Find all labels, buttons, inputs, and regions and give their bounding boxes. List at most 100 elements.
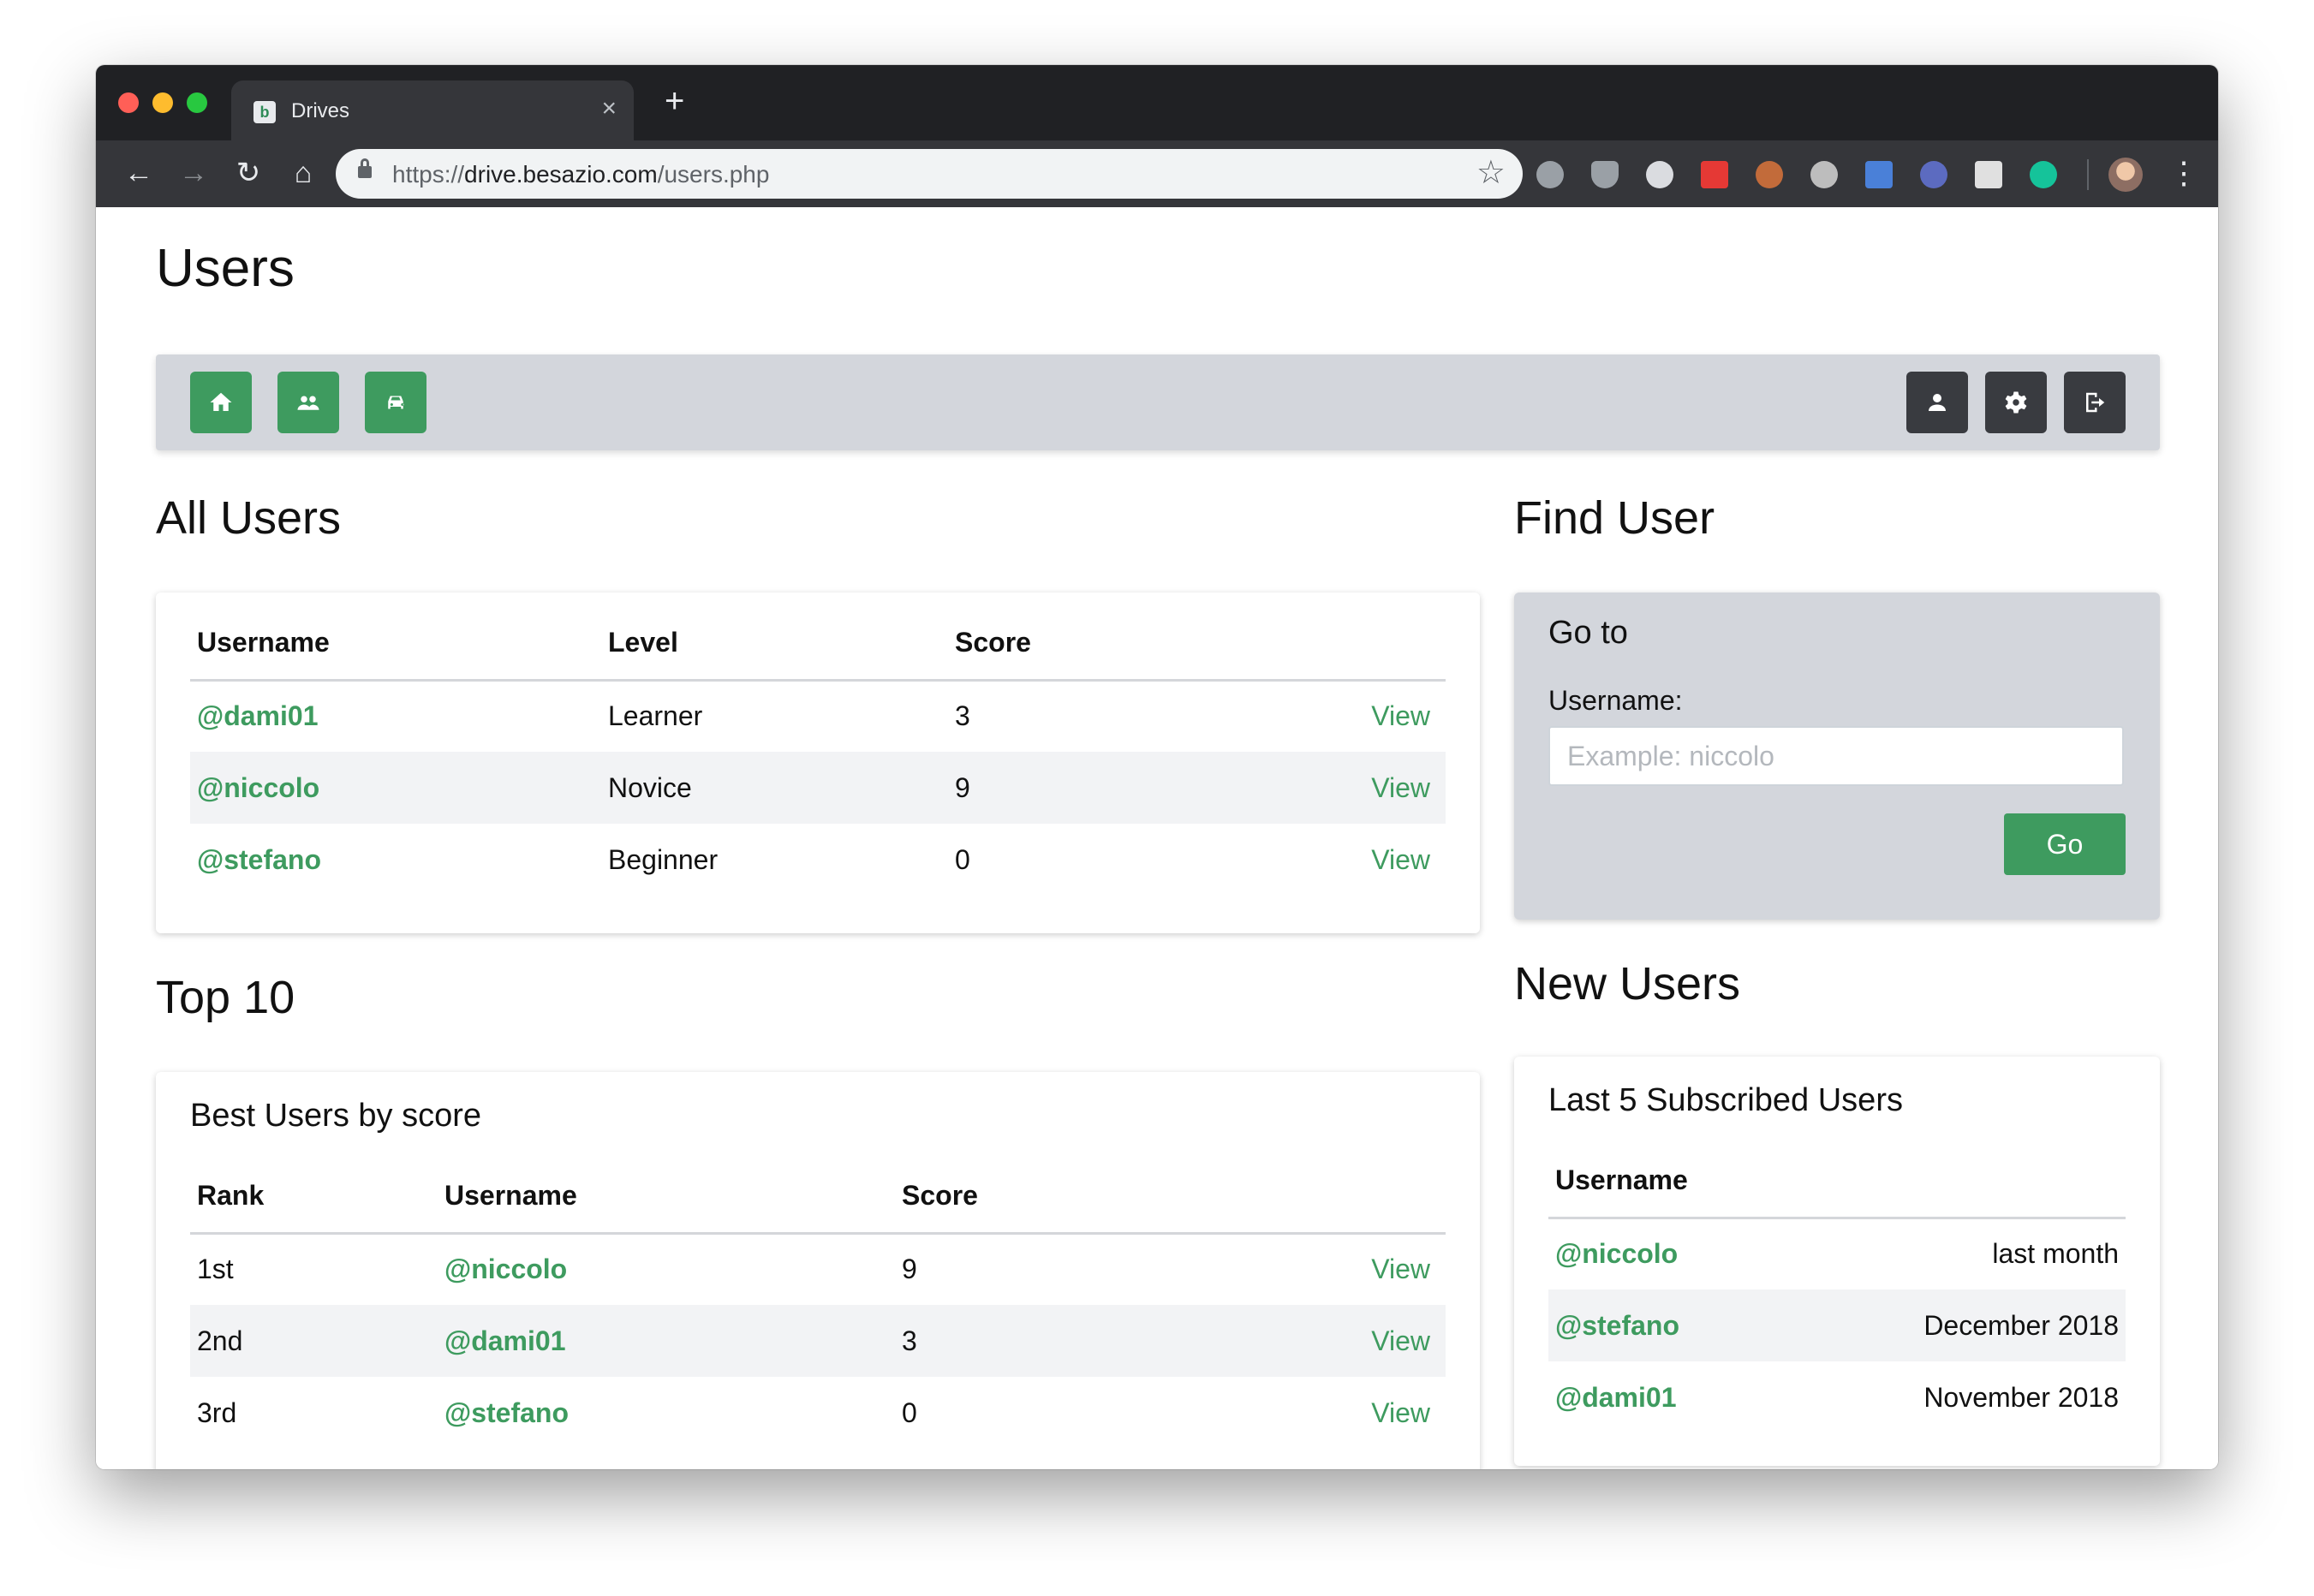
app-navbar (156, 354, 2160, 450)
face-icon[interactable] (1975, 161, 2002, 188)
new-users-card: Last 5 Subscribed Users Username @niccol… (1514, 1057, 2160, 1466)
new-users-title: New Users (1514, 958, 1741, 1009)
browser-menu-icon[interactable]: ⋮ (2168, 152, 2199, 194)
find-user-card: Go to Username: Go (1514, 593, 2160, 920)
table-row: 2nd @dami01 3 View (190, 1305, 1446, 1377)
quote-icon[interactable] (1701, 161, 1728, 188)
username-link[interactable]: @stefano (1548, 1289, 1837, 1361)
bookmark-star-icon[interactable]: ☆ (1476, 154, 1506, 192)
view-link[interactable]: View (1291, 680, 1446, 752)
top10-card: Best Users by score Rank Username Score … (156, 1072, 1480, 1469)
all-users-title: All Users (156, 492, 342, 544)
table-row: @stefano Beginner 0 View (190, 824, 1446, 896)
top10-table: Rank Username Score 1st @niccolo 9 View … (190, 1159, 1446, 1449)
username-link[interactable]: @niccolo (1548, 1218, 1837, 1289)
username-link[interactable]: @dami01 (438, 1305, 895, 1377)
home-button[interactable] (190, 372, 252, 433)
home-icon (210, 392, 232, 411)
table-row: 3rd @stefano 0 View (190, 1377, 1446, 1449)
lock-icon (358, 158, 372, 178)
username-link[interactable]: @niccolo (438, 1233, 895, 1305)
table-row: @dami01 Learner 3 View (190, 680, 1446, 752)
page-title: Users (156, 239, 295, 298)
table-row: @stefano December 2018 (1548, 1289, 2126, 1361)
grammarly-icon[interactable] (2030, 161, 2057, 188)
table-row: @dami01 November 2018 (1548, 1361, 2126, 1433)
view-link[interactable]: View (1291, 752, 1446, 824)
settings-icon (2005, 391, 2027, 414)
table-header-row: Username Level Score (190, 606, 1446, 682)
table-header-row: Username (1548, 1144, 2126, 1219)
profile-button[interactable] (1906, 372, 1968, 433)
tab-drives[interactable]: b Drives × (231, 80, 634, 140)
reload-icon[interactable]: ↻ (230, 154, 267, 192)
username-link[interactable]: @niccolo (190, 752, 601, 824)
level-cell: Beginner (608, 843, 719, 875)
address-bar[interactable]: https://drive.besazio.com/users.php ☆ (336, 149, 1523, 199)
view-link[interactable]: View (1289, 1233, 1446, 1305)
score-cell: 3 (895, 1305, 1289, 1377)
toolbar-divider (2087, 159, 2089, 190)
column-header: Score (895, 1159, 1289, 1235)
view-link[interactable]: View (1291, 824, 1446, 896)
column-header: Username (438, 1159, 895, 1235)
zoom-window-button[interactable] (187, 92, 207, 113)
browser-toolbar: ← → ↻ ⌂ https://drive.besazio.com/users.… (96, 140, 2218, 207)
drives-button[interactable] (365, 372, 426, 433)
minimize-window-button[interactable] (152, 92, 173, 113)
table-row: @niccolo Novice 9 View (190, 752, 1446, 824)
top10-card-title: Best Users by score (190, 1098, 481, 1134)
table-row: @niccolo last month (1548, 1218, 2126, 1289)
table-row: 1st @niccolo 9 View (190, 1233, 1446, 1305)
find-user-title: Find User (1514, 492, 1715, 544)
column-header (1291, 606, 1446, 682)
all-users-card: Username Level Score @dami01 Learner 3 V… (156, 593, 1480, 933)
all-users-table: Username Level Score @dami01 Learner 3 V… (190, 606, 1446, 896)
favicon-icon: b (253, 101, 276, 123)
username-link[interactable]: @dami01 (190, 680, 601, 752)
translate-icon[interactable] (1865, 161, 1893, 188)
view-link[interactable]: View (1289, 1305, 1446, 1377)
username-search-input[interactable] (1548, 726, 2124, 786)
users-icon (297, 396, 319, 410)
subscribed-date-cell: last month (1992, 1238, 2119, 1270)
settings-button[interactable] (1985, 372, 2047, 433)
home-browser-icon[interactable]: ⌂ (284, 154, 322, 192)
close-window-button[interactable] (118, 92, 139, 113)
balls-icon[interactable] (1810, 161, 1838, 188)
forward-icon[interactable]: → (175, 154, 212, 192)
level-cell: Novice (601, 752, 948, 824)
users-button[interactable] (277, 372, 339, 433)
username-link[interactable]: @dami01 (1548, 1361, 1837, 1433)
score-cell: 3 (955, 700, 970, 732)
tab-bar: b Drives × + (96, 65, 2218, 140)
go-button[interactable]: Go (2004, 813, 2126, 875)
score-cell: 9 (902, 1254, 917, 1285)
score-cell: 0 (955, 843, 970, 875)
new-users-table: Username @niccolo last month @stefano De… (1548, 1144, 2126, 1433)
level-cell: Learner (608, 700, 703, 732)
new-tab-icon[interactable]: + (665, 84, 684, 118)
shield-icon[interactable] (1591, 161, 1619, 188)
browser-window: b Drives × + ← → ↻ ⌂ https://drive.besaz… (96, 65, 2218, 1469)
adblock-icon[interactable] (1536, 161, 1564, 188)
brain-icon[interactable] (1920, 161, 1947, 188)
eyes-icon[interactable] (1756, 161, 1783, 188)
score-cell: 0 (902, 1396, 917, 1428)
logout-button[interactable] (2064, 372, 2126, 433)
profile-avatar[interactable] (2108, 158, 2143, 192)
column-header: Username (190, 606, 601, 682)
subscribed-date-cell: December 2018 (1837, 1289, 2126, 1361)
car-icon (388, 396, 404, 409)
column-header (1289, 1159, 1446, 1235)
rank-cell: 2nd (190, 1305, 438, 1377)
back-icon[interactable]: ← (120, 154, 158, 192)
view-link[interactable]: View (1289, 1377, 1446, 1449)
username-link[interactable]: @stefano (438, 1377, 895, 1449)
profile-icon (1929, 394, 1946, 411)
url-text[interactable]: https://drive.besazio.com/users.php (392, 161, 769, 188)
username-label: Username: (1548, 685, 1683, 716)
block-icon[interactable] (1646, 161, 1673, 188)
username-link[interactable]: @stefano (190, 824, 601, 896)
close-tab-icon[interactable]: × (601, 96, 617, 122)
